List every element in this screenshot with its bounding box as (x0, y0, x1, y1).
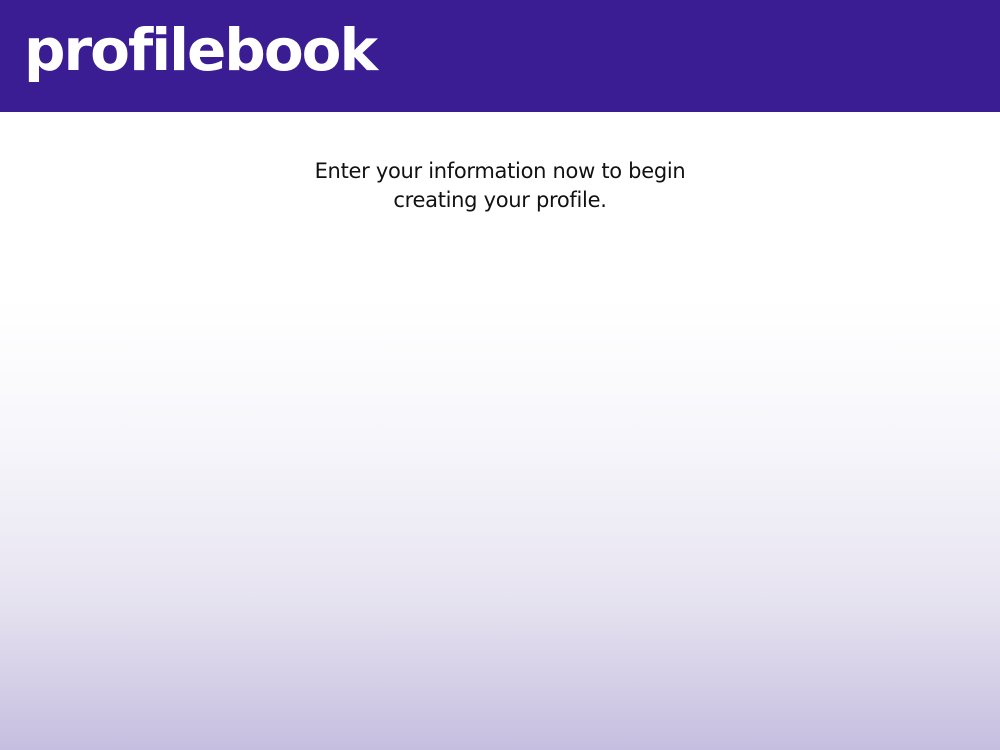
profilebook-logo: profilebook (24, 16, 378, 84)
intro-message-line-2: creating your profile. (393, 188, 607, 212)
app-header: profilebook (0, 0, 1000, 112)
intro-message-line-1: Enter your information now to begin (314, 159, 686, 183)
intro-message: Enter your information now to begin crea… (290, 157, 710, 215)
